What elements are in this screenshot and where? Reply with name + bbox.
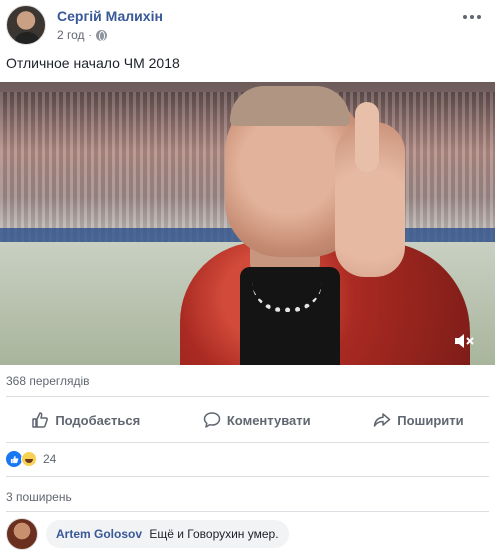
globe-icon[interactable] (95, 29, 107, 41)
share-button[interactable]: Поширити (373, 411, 464, 429)
reactions-summary[interactable]: 24 (6, 451, 56, 467)
post-text: Отличное начало ЧМ 2018 (6, 55, 180, 71)
divider (6, 396, 489, 397)
share-count[interactable]: 3 поширень (6, 490, 72, 504)
reaction-count: 24 (43, 452, 57, 466)
divider (6, 442, 489, 443)
like-label: Подобається (55, 412, 141, 428)
post-header: Сергій Малихін 2 год · (6, 5, 491, 47)
like-reaction-icon (6, 451, 22, 467)
comment-text: Ещё и Говорухин умер. (149, 527, 279, 541)
divider (6, 511, 489, 512)
comment-label: Коментувати (226, 412, 311, 428)
author-avatar[interactable] (6, 5, 46, 45)
comment-icon (203, 412, 221, 428)
thumbs-up-icon (32, 412, 49, 428)
video-player[interactable] (0, 82, 495, 365)
comment-button[interactable]: Коментувати (203, 411, 311, 429)
video-frame-person (160, 82, 470, 365)
like-button[interactable]: Подобається (31, 411, 140, 429)
more-icon[interactable] (463, 11, 485, 23)
share-label: Поширити (397, 412, 464, 428)
share-icon (374, 413, 391, 427)
post-time[interactable]: 2 год (57, 28, 85, 42)
comment-bubble: Artem Golosov Ещё и Говорухин умер. (46, 520, 289, 548)
mute-icon[interactable] (453, 331, 475, 351)
commenter-name[interactable]: Artem Golosov (56, 527, 142, 541)
commenter-avatar[interactable] (6, 518, 38, 550)
haha-reaction-icon (21, 451, 37, 467)
action-bar: Подобається Коментувати Поширити (0, 404, 495, 436)
comment-item: Artem Golosov Ещё и Говорухин умер. (6, 518, 289, 550)
post-meta: 2 год · (57, 28, 107, 42)
divider (6, 476, 489, 477)
author-name[interactable]: Сергій Малихін (57, 8, 163, 24)
post-card: Сергій Малихін 2 год · Отличное начало Ч… (0, 0, 495, 557)
view-count: 368 переглядів (6, 374, 90, 388)
meta-separator: · (88, 29, 92, 41)
